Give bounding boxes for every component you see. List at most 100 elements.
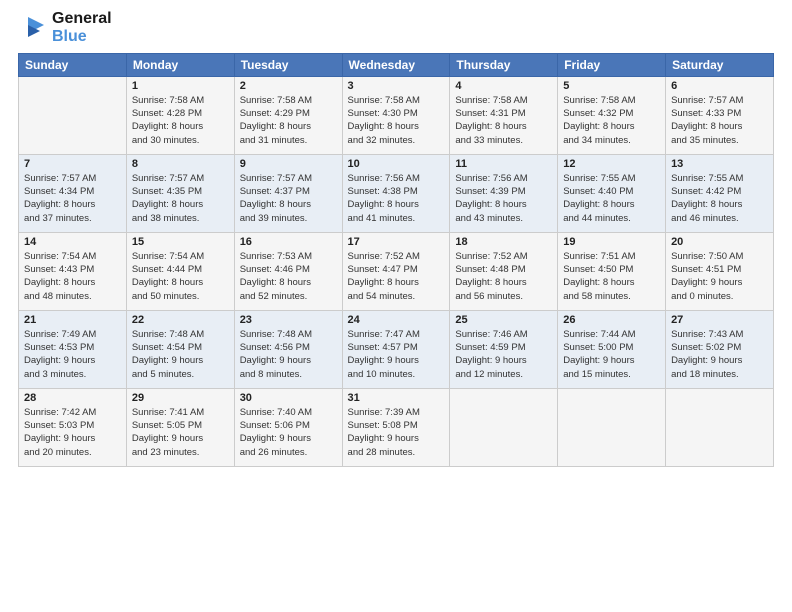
day-info: Sunrise: 7:58 AM Sunset: 4:30 PM Dayligh… xyxy=(348,94,445,147)
weekday-header: Wednesday xyxy=(342,53,450,76)
weekday-header: Saturday xyxy=(666,53,774,76)
day-info: Sunrise: 7:48 AM Sunset: 4:54 PM Dayligh… xyxy=(132,328,229,381)
calendar-cell xyxy=(19,76,127,154)
day-number: 16 xyxy=(240,236,337,248)
calendar-cell: 5 Sunrise: 7:58 AM Sunset: 4:32 PM Daylig… xyxy=(558,76,666,154)
calendar-cell: 20Sunrise: 7:50 AM Sunset: 4:51 PM Dayli… xyxy=(666,232,774,310)
calendar-cell: 30 Sunrise: 7:40 AM Sunset: 5:06 PM Dayli… xyxy=(234,388,342,466)
day-number: 13 xyxy=(671,158,768,170)
day-number: 6 xyxy=(671,80,768,92)
day-info: Sunrise: 7:51 AM Sunset: 4:50 PM Dayligh… xyxy=(563,250,660,303)
calendar-cell: 14 Sunrise: 7:54 AM Sunset: 4:43 PM Dayli… xyxy=(19,232,127,310)
day-number: 27 xyxy=(671,314,768,326)
day-number: 2 xyxy=(240,80,337,92)
logo: General Blue xyxy=(18,10,112,47)
day-number: 22 xyxy=(132,314,229,326)
day-info: Sunrise: 7:58 AM Sunset: 4:32 PM Dayligh… xyxy=(563,94,660,147)
calendar-cell: 17 Sunrise: 7:52 AM Sunset: 4:47 PM Dayli… xyxy=(342,232,450,310)
day-info: Sunrise: 7:57 AM Sunset: 4:37 PM Dayligh… xyxy=(240,172,337,225)
calendar-cell: 7Sunrise: 7:57 AM Sunset: 4:34 PM Daylig… xyxy=(19,154,127,232)
calendar-cell: 27 Sunrise: 7:43 AM Sunset: 5:02 PM Dayli… xyxy=(666,310,774,388)
weekday-header: Friday xyxy=(558,53,666,76)
day-number: 28 xyxy=(24,392,121,404)
day-info: Sunrise: 7:57 AM Sunset: 4:33 PM Dayligh… xyxy=(671,94,768,147)
day-info: Sunrise: 7:58 AM Sunset: 4:29 PM Dayligh… xyxy=(240,94,337,147)
day-number: 9 xyxy=(240,158,337,170)
day-info: Sunrise: 7:46 AM Sunset: 4:59 PM Dayligh… xyxy=(455,328,552,381)
calendar-cell: 9 Sunrise: 7:57 AM Sunset: 4:37 PM Daylig… xyxy=(234,154,342,232)
weekday-header: Thursday xyxy=(450,53,558,76)
calendar-week-row: 28 Sunrise: 7:42 AM Sunset: 5:03 PM Dayli… xyxy=(19,388,774,466)
day-number: 24 xyxy=(348,314,445,326)
page: General Blue SundayMondayTuesdayWednesda… xyxy=(0,0,792,612)
day-number: 17 xyxy=(348,236,445,248)
day-info: Sunrise: 7:52 AM Sunset: 4:47 PM Dayligh… xyxy=(348,250,445,303)
calendar-cell: 15 Sunrise: 7:54 AM Sunset: 4:44 PM Dayli… xyxy=(126,232,234,310)
day-info: Sunrise: 7:41 AM Sunset: 5:05 PM Dayligh… xyxy=(132,406,229,459)
day-info: Sunrise: 7:39 AM Sunset: 5:08 PM Dayligh… xyxy=(348,406,445,459)
day-number: 31 xyxy=(348,392,445,404)
weekday-header: Monday xyxy=(126,53,234,76)
weekday-header-row: SundayMondayTuesdayWednesdayThursdayFrid… xyxy=(19,53,774,76)
day-info: Sunrise: 7:58 AM Sunset: 4:28 PM Dayligh… xyxy=(132,94,229,147)
day-number: 7 xyxy=(24,158,121,170)
day-info: Sunrise: 7:47 AM Sunset: 4:57 PM Dayligh… xyxy=(348,328,445,381)
day-number: 30 xyxy=(240,392,337,404)
calendar-cell: 8 Sunrise: 7:57 AM Sunset: 4:35 PM Daylig… xyxy=(126,154,234,232)
day-info: Sunrise: 7:40 AM Sunset: 5:06 PM Dayligh… xyxy=(240,406,337,459)
day-number: 21 xyxy=(24,314,121,326)
day-info: Sunrise: 7:48 AM Sunset: 4:56 PM Dayligh… xyxy=(240,328,337,381)
day-number: 26 xyxy=(563,314,660,326)
weekday-header: Sunday xyxy=(19,53,127,76)
calendar-cell: 13 Sunrise: 7:55 AM Sunset: 4:42 PM Dayli… xyxy=(666,154,774,232)
calendar-cell xyxy=(666,388,774,466)
day-number: 19 xyxy=(563,236,660,248)
day-info: Sunrise: 7:52 AM Sunset: 4:48 PM Dayligh… xyxy=(455,250,552,303)
calendar-cell: 19 Sunrise: 7:51 AM Sunset: 4:50 PM Dayli… xyxy=(558,232,666,310)
calendar-cell xyxy=(450,388,558,466)
day-number: 12 xyxy=(563,158,660,170)
day-info: Sunrise: 7:54 AM Sunset: 4:44 PM Dayligh… xyxy=(132,250,229,303)
logo-text: General Blue xyxy=(52,10,112,47)
day-info: Sunrise: 7:55 AM Sunset: 4:40 PM Dayligh… xyxy=(563,172,660,225)
day-number: 14 xyxy=(24,236,121,248)
day-info: Sunrise: 7:56 AM Sunset: 4:39 PM Dayligh… xyxy=(455,172,552,225)
calendar-table: SundayMondayTuesdayWednesdayThursdayFrid… xyxy=(18,53,774,467)
calendar-cell: 10 Sunrise: 7:56 AM Sunset: 4:38 PM Dayli… xyxy=(342,154,450,232)
day-info: Sunrise: 7:58 AM Sunset: 4:31 PM Dayligh… xyxy=(455,94,552,147)
calendar-week-row: 7Sunrise: 7:57 AM Sunset: 4:34 PM Daylig… xyxy=(19,154,774,232)
calendar-cell: 2 Sunrise: 7:58 AM Sunset: 4:29 PM Daylig… xyxy=(234,76,342,154)
day-info: Sunrise: 7:55 AM Sunset: 4:42 PM Dayligh… xyxy=(671,172,768,225)
day-info: Sunrise: 7:54 AM Sunset: 4:43 PM Dayligh… xyxy=(24,250,121,303)
day-number: 1 xyxy=(132,80,229,92)
calendar-cell: 29 Sunrise: 7:41 AM Sunset: 5:05 PM Dayli… xyxy=(126,388,234,466)
calendar-cell: 31 Sunrise: 7:39 AM Sunset: 5:08 PM Dayli… xyxy=(342,388,450,466)
day-info: Sunrise: 7:56 AM Sunset: 4:38 PM Dayligh… xyxy=(348,172,445,225)
day-number: 10 xyxy=(348,158,445,170)
day-number: 3 xyxy=(348,80,445,92)
calendar-cell: 22 Sunrise: 7:48 AM Sunset: 4:54 PM Dayli… xyxy=(126,310,234,388)
calendar-cell: 28 Sunrise: 7:42 AM Sunset: 5:03 PM Dayli… xyxy=(19,388,127,466)
day-number: 5 xyxy=(563,80,660,92)
day-number: 29 xyxy=(132,392,229,404)
weekday-header: Tuesday xyxy=(234,53,342,76)
header: General Blue xyxy=(18,10,774,47)
calendar-cell: 3 Sunrise: 7:58 AM Sunset: 4:30 PM Daylig… xyxy=(342,76,450,154)
day-info: Sunrise: 7:42 AM Sunset: 5:03 PM Dayligh… xyxy=(24,406,121,459)
calendar-cell: 21 Sunrise: 7:49 AM Sunset: 4:53 PM Dayli… xyxy=(19,310,127,388)
day-info: Sunrise: 7:44 AM Sunset: 5:00 PM Dayligh… xyxy=(563,328,660,381)
day-info: Sunrise: 7:49 AM Sunset: 4:53 PM Dayligh… xyxy=(24,328,121,381)
day-info: Sunrise: 7:43 AM Sunset: 5:02 PM Dayligh… xyxy=(671,328,768,381)
calendar-week-row: 21 Sunrise: 7:49 AM Sunset: 4:53 PM Dayli… xyxy=(19,310,774,388)
day-number: 4 xyxy=(455,80,552,92)
day-number: 15 xyxy=(132,236,229,248)
calendar-cell: 24 Sunrise: 7:47 AM Sunset: 4:57 PM Dayli… xyxy=(342,310,450,388)
day-info: Sunrise: 7:57 AM Sunset: 4:35 PM Dayligh… xyxy=(132,172,229,225)
logo-icon xyxy=(18,13,48,43)
day-number: 8 xyxy=(132,158,229,170)
day-info: Sunrise: 7:50 AM Sunset: 4:51 PM Dayligh… xyxy=(671,250,768,303)
calendar-week-row: 14 Sunrise: 7:54 AM Sunset: 4:43 PM Dayli… xyxy=(19,232,774,310)
calendar-cell: 25 Sunrise: 7:46 AM Sunset: 4:59 PM Dayli… xyxy=(450,310,558,388)
calendar-week-row: 1 Sunrise: 7:58 AM Sunset: 4:28 PM Daylig… xyxy=(19,76,774,154)
day-number: 25 xyxy=(455,314,552,326)
